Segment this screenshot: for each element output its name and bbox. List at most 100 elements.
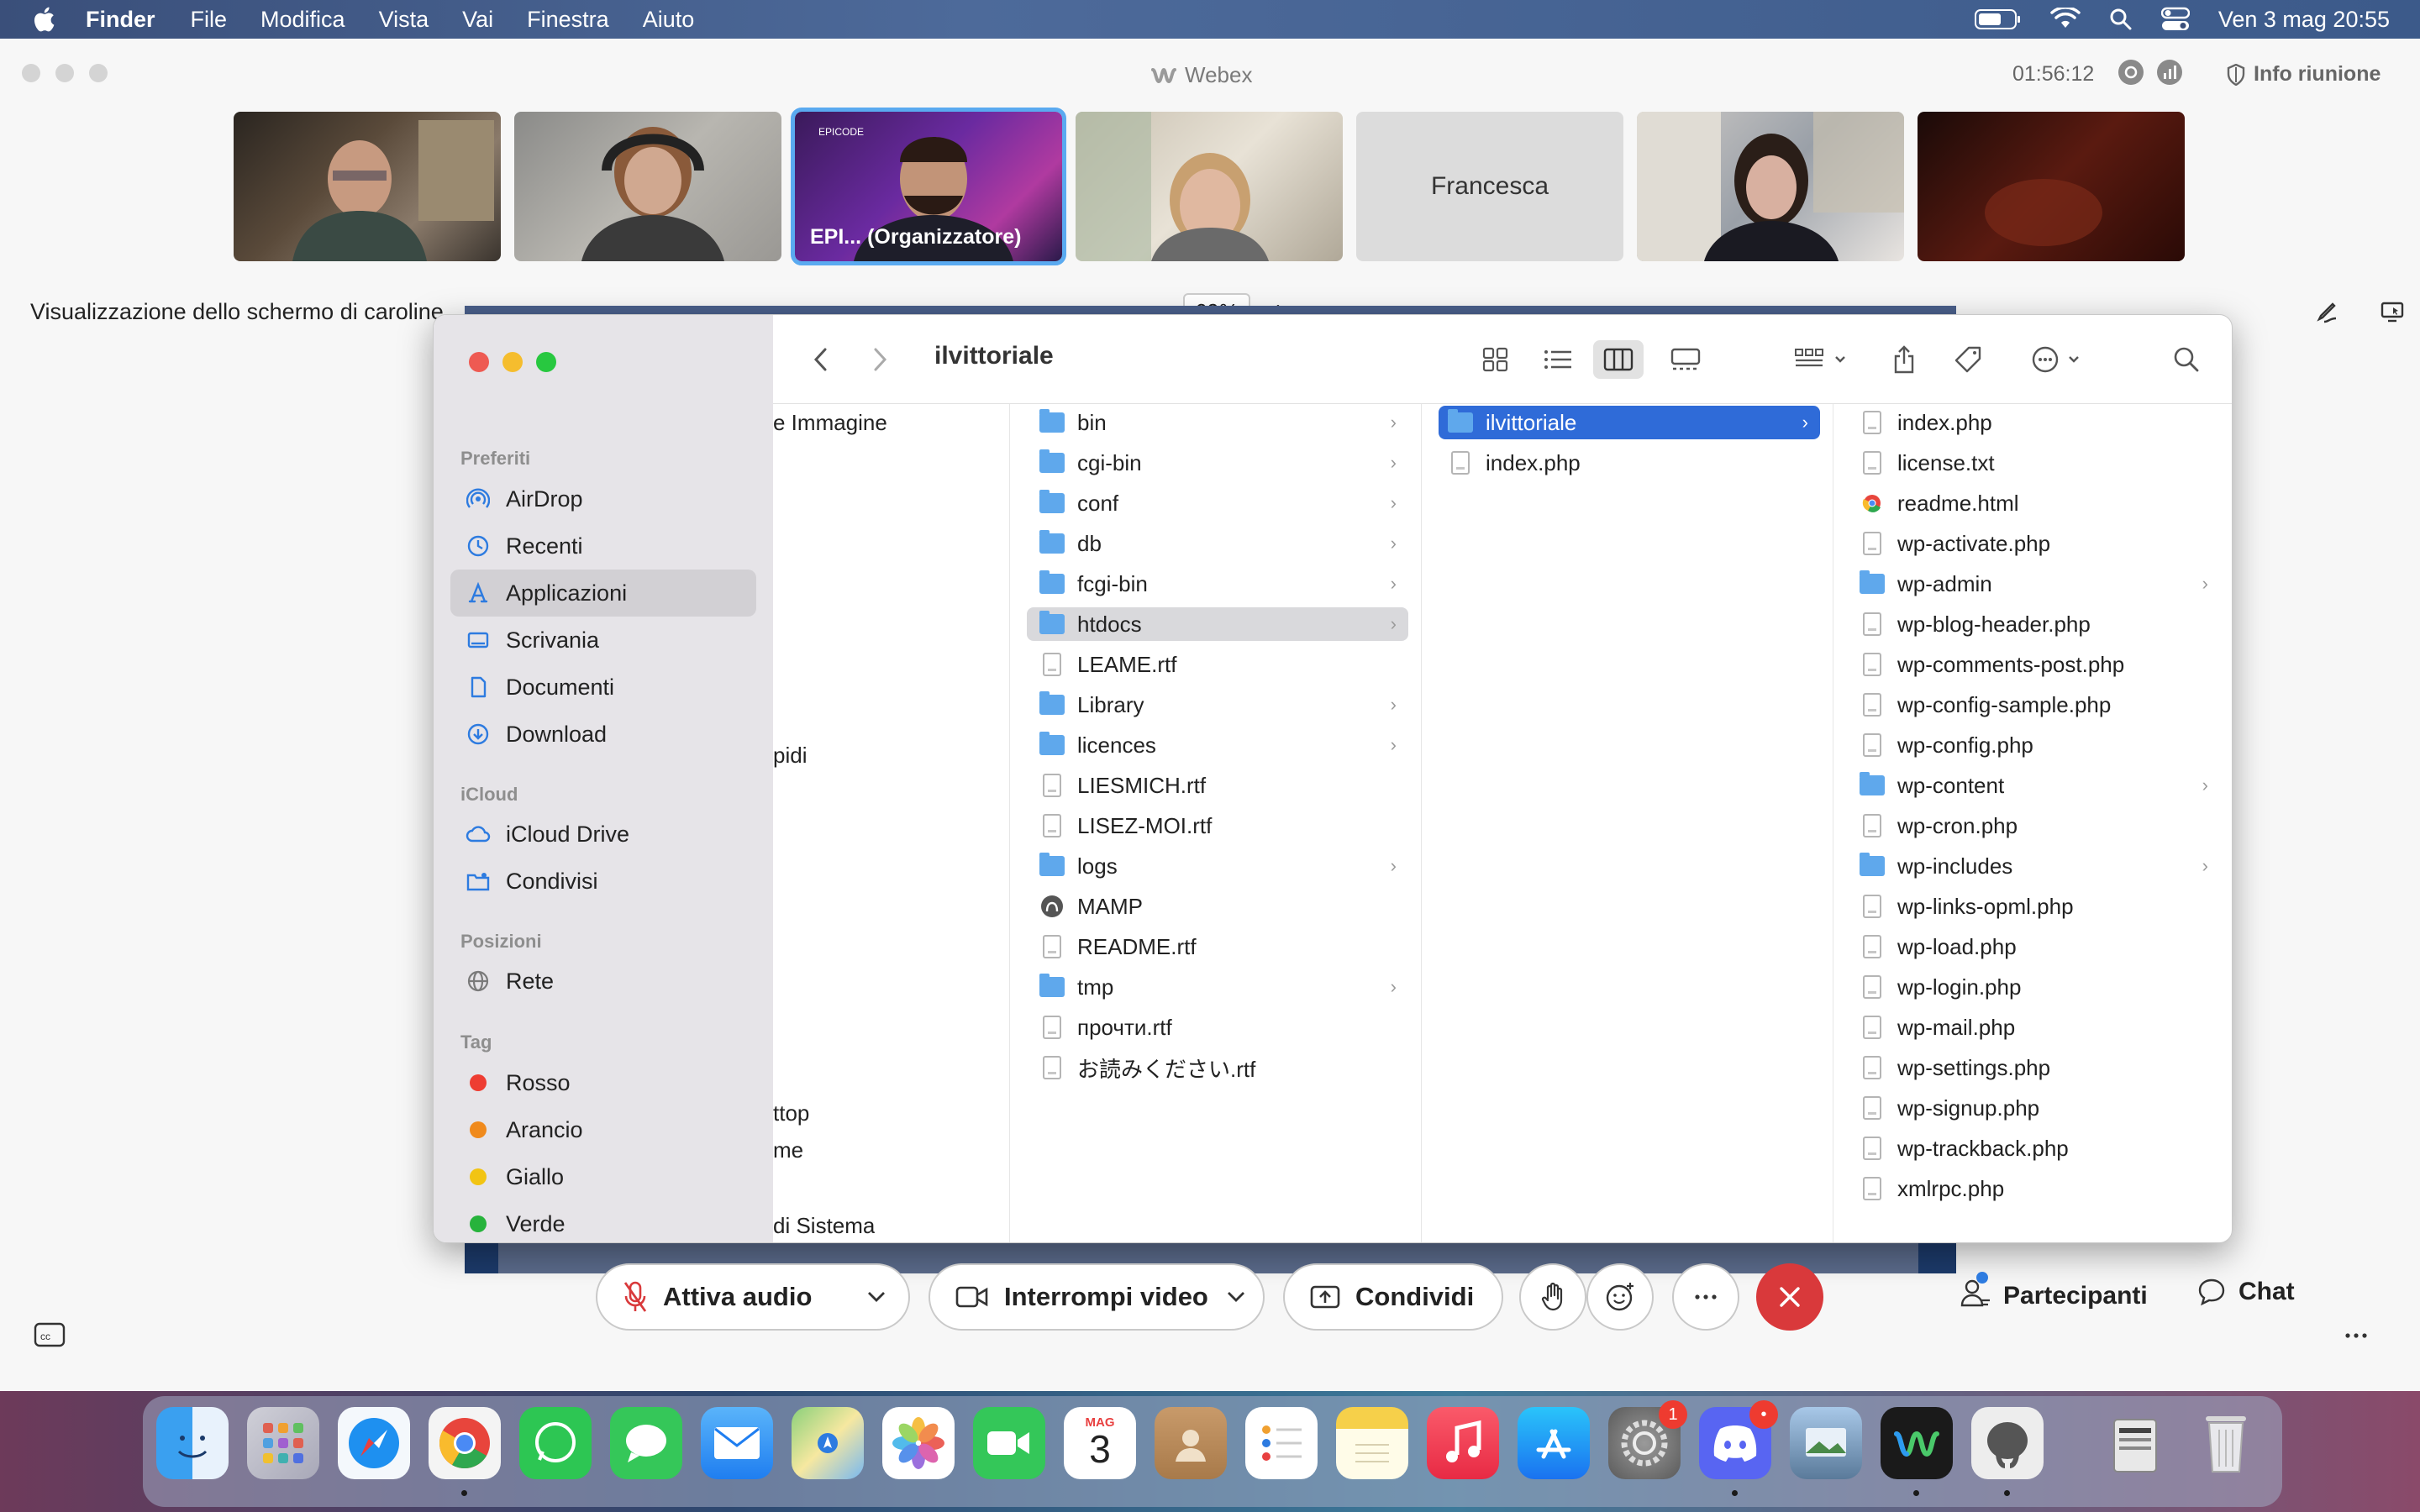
finder-dock-icon[interactable] bbox=[156, 1407, 229, 1479]
wifi-icon[interactable] bbox=[2050, 8, 2081, 31]
more-actions-button[interactable] bbox=[2025, 340, 2092, 379]
gallery-view-button[interactable] bbox=[1662, 340, 1709, 379]
finder-minimize-button[interactable] bbox=[502, 352, 523, 372]
sidebar-item-airdrop[interactable]: AirDrop bbox=[450, 475, 756, 522]
file-row[interactable]: wp-mail.php bbox=[1850, 1011, 2220, 1044]
participant-tile[interactable]: Francesca bbox=[1356, 112, 1623, 261]
file-row[interactable]: прочти.rtf bbox=[1027, 1011, 1408, 1044]
file-row[interactable]: xmlrpc.php bbox=[1850, 1172, 2220, 1205]
sidebar-item-recents[interactable]: Recenti bbox=[450, 522, 756, 570]
photos-dock-icon[interactable] bbox=[882, 1407, 955, 1479]
folder-row[interactable]: htdocs › bbox=[1027, 607, 1408, 641]
list-item[interactable]: di Sistema bbox=[773, 1215, 875, 1239]
sidebar-item-network[interactable]: Rete bbox=[450, 958, 756, 1005]
captions-icon[interactable]: cc bbox=[34, 1322, 66, 1351]
system-settings-dock-icon[interactable]: 1 bbox=[1608, 1400, 1687, 1479]
reminders-dock-icon[interactable] bbox=[1245, 1407, 1318, 1479]
chevron-down-icon[interactable] bbox=[1226, 1290, 1246, 1304]
sidebar-item-desktop[interactable]: Scrivania bbox=[450, 617, 756, 664]
file-row[interactable]: MAMP bbox=[1027, 890, 1408, 923]
back-button[interactable] bbox=[803, 340, 837, 379]
trash-dock-icon[interactable] bbox=[2190, 1407, 2262, 1479]
reactions-button[interactable] bbox=[1586, 1263, 1654, 1331]
file-row[interactable]: license.txt bbox=[1850, 446, 2220, 480]
minimize-window-button[interactable] bbox=[55, 64, 74, 82]
file-row[interactable]: wp-comments-post.php bbox=[1850, 648, 2220, 681]
search-button[interactable] bbox=[2168, 340, 2205, 379]
file-row[interactable]: LIESMICH.rtf bbox=[1027, 769, 1408, 802]
menu-window[interactable]: Finestra bbox=[527, 7, 609, 33]
file-row[interactable]: wp-trackback.php bbox=[1850, 1131, 2220, 1165]
share-button[interactable] bbox=[1886, 340, 1923, 379]
participant-tile[interactable] bbox=[1637, 112, 1904, 261]
battery-icon[interactable] bbox=[1974, 8, 2022, 30]
menu-app-name[interactable]: Finder bbox=[86, 7, 155, 33]
folder-row[interactable]: Library › bbox=[1027, 688, 1408, 722]
list-item[interactable]: e Immagine bbox=[773, 406, 887, 439]
file-row[interactable]: wp-config-sample.php bbox=[1850, 688, 2220, 722]
network-stats-icon[interactable] bbox=[2156, 59, 2183, 86]
sidebar-item-downloads[interactable]: Download bbox=[450, 711, 756, 758]
participant-tile[interactable] bbox=[514, 112, 781, 261]
sidebar-item-shared[interactable]: Condivisi bbox=[450, 858, 756, 905]
folder-row[interactable]: db › bbox=[1027, 527, 1408, 560]
share-content-button[interactable]: Condividi bbox=[1283, 1263, 1503, 1331]
preview-dock-icon[interactable] bbox=[1790, 1407, 1862, 1479]
leave-meeting-button[interactable] bbox=[1756, 1263, 1823, 1331]
participant-tile-organizer[interactable]: EPICODE EPI... (Organizzatore) bbox=[791, 108, 1066, 265]
chrome-dock-icon[interactable] bbox=[429, 1407, 501, 1479]
folder-row[interactable]: logs › bbox=[1027, 849, 1408, 883]
safari-dock-icon[interactable] bbox=[338, 1407, 410, 1479]
file-row[interactable]: wp-blog-header.php bbox=[1850, 607, 2220, 641]
recording-icon[interactable] bbox=[2118, 59, 2144, 86]
webex-dock-icon[interactable] bbox=[1881, 1407, 1953, 1479]
file-row[interactable]: README.rtf bbox=[1027, 930, 1408, 963]
file-row[interactable]: index.php bbox=[1850, 406, 2220, 439]
facetime-dock-icon[interactable] bbox=[973, 1407, 1045, 1479]
contacts-dock-icon[interactable] bbox=[1155, 1407, 1227, 1479]
file-row[interactable]: wp-settings.php bbox=[1850, 1051, 2220, 1084]
participant-tile[interactable] bbox=[1076, 112, 1343, 261]
menu-clock[interactable]: Ven 3 mag 20:55 bbox=[2218, 7, 2390, 33]
file-row[interactable]: readme.html bbox=[1850, 486, 2220, 520]
menu-go[interactable]: Vai bbox=[462, 7, 493, 33]
folder-row[interactable]: licences › bbox=[1027, 728, 1408, 762]
music-dock-icon[interactable] bbox=[1427, 1407, 1499, 1479]
participant-tile[interactable] bbox=[1918, 112, 2185, 261]
more-menu-icon[interactable] bbox=[2344, 1332, 2368, 1339]
raise-hand-button[interactable] bbox=[1519, 1263, 1586, 1331]
folder-row[interactable]: conf › bbox=[1027, 486, 1408, 520]
menu-file[interactable]: File bbox=[191, 7, 228, 33]
launchpad-dock-icon[interactable] bbox=[247, 1407, 319, 1479]
close-window-button[interactable] bbox=[22, 64, 40, 82]
file-row[interactable]: LISEZ-MOI.rtf bbox=[1027, 809, 1408, 843]
zoom-window-button[interactable] bbox=[89, 64, 108, 82]
maps-dock-icon[interactable] bbox=[792, 1407, 864, 1479]
list-item[interactable]: me bbox=[773, 1133, 803, 1167]
mamp-dock-icon[interactable] bbox=[1971, 1407, 2044, 1479]
folder-row[interactable]: tmp › bbox=[1027, 970, 1408, 1004]
unmute-audio-button[interactable]: Attiva audio bbox=[596, 1263, 910, 1331]
list-item[interactable]: pidi bbox=[773, 738, 807, 772]
sidebar-tag-yellow[interactable]: Giallo bbox=[450, 1153, 756, 1200]
menu-help[interactable]: Aiuto bbox=[643, 7, 695, 33]
chat-button[interactable]: Chat bbox=[2196, 1277, 2295, 1307]
finder-zoom-button[interactable] bbox=[536, 352, 556, 372]
discord-dock-icon[interactable]: • bbox=[1699, 1400, 1778, 1479]
participant-tile[interactable] bbox=[234, 112, 501, 261]
folder-row[interactable]: fcgi-bin › bbox=[1027, 567, 1408, 601]
list-view-button[interactable] bbox=[1534, 340, 1581, 379]
sidebar-tag-orange[interactable]: Arancio bbox=[450, 1106, 756, 1153]
documents-stack-dock-icon[interactable] bbox=[2099, 1407, 2171, 1479]
file-row[interactable]: index.php bbox=[1439, 446, 1820, 480]
meeting-info-button[interactable]: Info riunione bbox=[2227, 62, 2381, 87]
file-row[interactable]: お読みください.rtf bbox=[1027, 1051, 1408, 1084]
folder-row[interactable]: wp-admin › bbox=[1850, 567, 2220, 601]
sidebar-item-documents[interactable]: Documenti bbox=[450, 664, 756, 711]
remote-control-icon[interactable] bbox=[2380, 299, 2405, 324]
calendar-dock-icon[interactable]: MAG 3 bbox=[1064, 1407, 1136, 1479]
sidebar-tag-red[interactable]: Rosso bbox=[450, 1059, 756, 1106]
spotlight-search-icon[interactable] bbox=[2109, 8, 2133, 31]
file-row[interactable]: wp-load.php bbox=[1850, 930, 2220, 963]
finder-close-button[interactable] bbox=[469, 352, 489, 372]
